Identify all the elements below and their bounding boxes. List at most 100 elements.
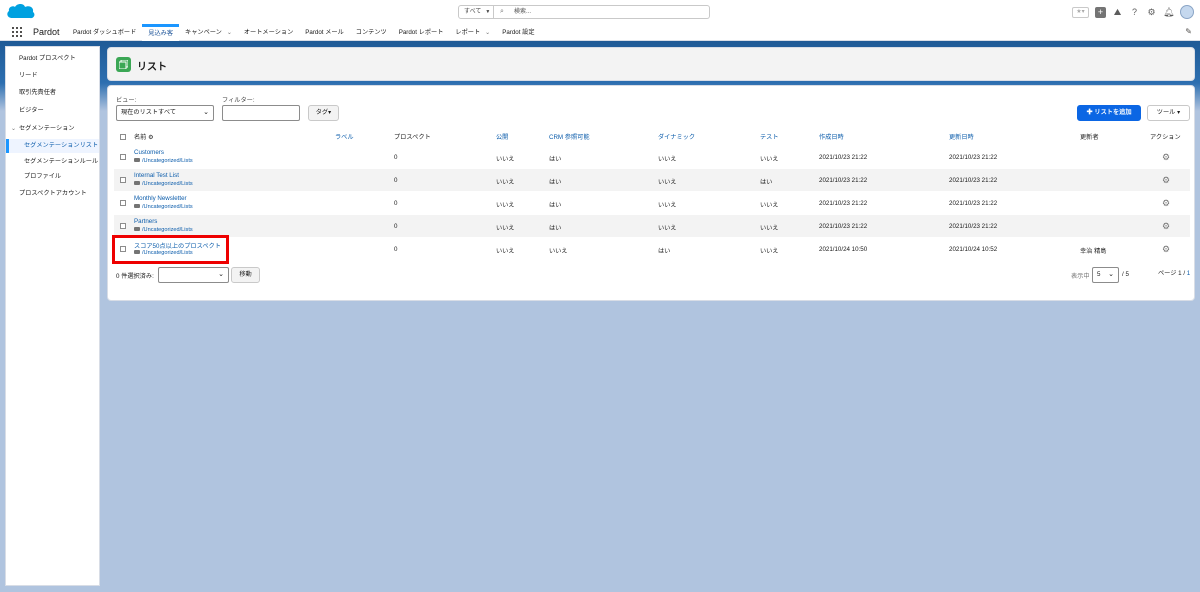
utility-icons: ★▾ + ⛰ ? ⚙ 🔔︎ [1072,5,1194,19]
row-checkbox[interactable] [120,177,126,183]
add-list-button[interactable]: ✚ リストを追加 [1077,105,1141,121]
sidebar-item-prospect-accounts[interactable]: プロスペクトアカウント [6,187,99,201]
row-action-gear-icon[interactable]: ⚙ [1162,244,1170,255]
nav-item-campaigns[interactable]: キャンペーン ⌄ [179,24,238,41]
row-checkbox[interactable] [120,154,126,160]
public-value: いいえ [496,179,515,186]
updated-value: 2021/10/23 21:22 [949,223,998,230]
folder-link[interactable]: /Uncategorized/Lists [134,227,193,233]
table-row: Monthly Newsletter /Uncategorized/Lists … [114,192,1190,214]
prospects-count: 0 [394,223,398,230]
row-action-gear-icon[interactable]: ⚙ [1162,175,1170,186]
sidebar-item-contacts[interactable]: 取引先責任者 [6,86,99,100]
user-avatar[interactable] [1180,5,1194,19]
folder-link[interactable]: /Uncategorized/Lists [134,181,193,187]
nav-item-pardot-reports[interactable]: Pardot レポート [393,24,450,41]
global-search: すべて ▼ ⌕ 検索... [458,5,710,19]
sidebar-item-segmentation-lists[interactable]: セグメンテーションリスト [6,139,99,153]
nav-item-automation[interactable]: オートメーション [238,24,299,41]
column-header-label[interactable]: ラベル [335,132,354,141]
favorites-star-icon[interactable]: ★▾ [1072,6,1089,18]
sidebar-item-segmentation[interactable]: ⌄ セグメンテーション [6,122,99,136]
dynamic-value: いいえ [658,156,677,163]
notifications-bell-icon[interactable]: 🔔︎ [1163,7,1174,18]
column-header-created[interactable]: 作成日時 [819,132,844,141]
column-header-updated[interactable]: 更新日時 [949,132,974,141]
updated-value: 2021/10/23 21:22 [949,154,998,161]
list-name-link[interactable]: Monthly Newsletter [134,195,187,202]
trailhead-icon[interactable]: ⛰ [1112,7,1123,18]
sidebar-item-visitors[interactable]: ビジター [6,104,99,118]
sidebar-item-pardot-prospects[interactable]: Pardot プロスペクト [6,52,99,66]
move-button[interactable]: 移動 [231,267,260,283]
dynamic-value: いいえ [658,225,677,232]
row-checkbox[interactable] [120,200,126,206]
row-action-gear-icon[interactable]: ⚙ [1162,221,1170,232]
sidebar-item-segmentation-rules[interactable]: セグメンテーションルール [6,155,99,169]
nav-item-reports[interactable]: レポート ⌄ [449,24,496,41]
tools-button[interactable]: ツール ▾ [1147,105,1190,121]
nav-item-prospects[interactable]: 見込み客 [142,24,180,41]
app-launcher-icon[interactable] [12,27,22,37]
folder-link[interactable]: /Uncategorized/Lists [134,158,193,164]
crm-value: はい [549,179,562,186]
public-value: いいえ [496,248,515,255]
chevron-down-icon[interactable]: ⌄ [227,25,232,42]
list-card: ビュー: 現在のリストすべて ⌄ フィルター: タグ▾ ✚ リストを追加 ツール … [107,85,1195,301]
nav-item-dashboard[interactable]: Pardot ダッシュボード [67,24,142,41]
row-checkbox[interactable] [120,223,126,229]
table-row: Partners /Uncategorized/Lists 0 いいえ はい い… [114,215,1190,237]
column-header-crm[interactable]: CRM 参照可能 [549,132,590,141]
global-header: すべて ▼ ⌕ 検索... ★▾ + ⛰ ? ⚙ 🔔︎ [0,0,1200,24]
folder-icon [134,227,140,231]
per-page-select[interactable]: 5 ⌄ [1092,267,1119,283]
setup-gear-icon[interactable]: ⚙ [1146,7,1157,18]
select-all-checkbox[interactable] [120,134,126,140]
bulk-action-select[interactable]: ⌄ [158,267,229,283]
updated-value: 2021/10/24 10:52 [949,246,998,253]
nav-item-pardot-settings[interactable]: Pardot 設定 [496,24,540,41]
prospects-count: 0 [394,154,398,161]
page-header: リスト [107,47,1195,81]
list-name-link[interactable]: Partners [134,218,157,225]
folder-link[interactable]: /Uncategorized/Lists [134,204,193,210]
chevron-down-icon[interactable]: ⌄ [485,25,490,42]
test-value: いいえ [760,202,779,209]
folder-icon [134,158,140,162]
page-title: リスト [137,62,167,73]
sidebar-item-profiles[interactable]: プロファイル [6,170,99,184]
sidebar-item-leads[interactable]: リード [6,69,99,83]
search-input[interactable]: ⌕ 検索... [494,5,710,19]
page-label: ページ 1 / [1158,270,1186,277]
nav-item-pardot-email[interactable]: Pardot メール [299,24,350,41]
column-header-prospects: プロスペクト [394,134,431,141]
list-name-link[interactable]: Customers [134,149,164,156]
updated-value: 2021/10/23 21:22 [949,200,998,207]
global-add-icon[interactable]: + [1095,6,1106,18]
view-select[interactable]: 現在のリストすべて ⌄ [116,105,214,121]
test-value: はい [760,179,773,186]
view-label: ビュー: [116,97,137,104]
list-name-link[interactable]: Internal Test List [134,172,179,179]
page-total-link[interactable]: 1 [1187,270,1190,277]
test-value: いいえ [760,248,779,255]
table-row: Internal Test List /Uncategorized/Lists … [114,169,1190,191]
row-action-gear-icon[interactable]: ⚙ [1162,198,1170,209]
chevron-down-icon: ⌄ [218,271,224,278]
search-scope-select[interactable]: すべて ▼ [458,5,494,19]
salesforce-logo[interactable] [6,3,36,21]
caret-down-icon: ▼ [485,9,491,15]
list-icon [116,57,131,72]
help-icon[interactable]: ? [1129,7,1140,18]
nav-item-content[interactable]: コンテンツ [350,24,393,41]
column-header-public[interactable]: 公開 [496,132,508,141]
edit-nav-pencil-icon[interactable]: ✎ [1185,27,1192,36]
column-header-name[interactable]: 名前 ⚙ [134,132,154,141]
column-header-dynamic[interactable]: ダイナミック [658,132,695,141]
filter-input[interactable] [222,105,300,121]
created-value: 2021/10/23 21:22 [819,223,868,230]
selected-count: 0 件選択済み: [116,273,154,280]
column-header-test[interactable]: テスト [760,132,779,141]
row-action-gear-icon[interactable]: ⚙ [1162,152,1170,163]
tag-button[interactable]: タグ▾ [308,105,339,121]
